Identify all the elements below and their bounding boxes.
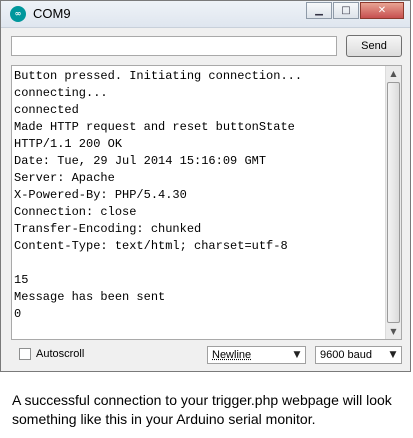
line-ending-select[interactable]: Newline ▼ (207, 346, 306, 364)
autoscroll-label: Autoscroll (36, 348, 85, 360)
baud-rate-select[interactable]: 9600 baud ▼ (315, 346, 402, 364)
serial-monitor-window: ∞ COM9 ▁ □ ✕ Send Button pressed. Initia… (0, 0, 411, 372)
send-input[interactable] (11, 36, 337, 56)
console-line: Button pressed. Initiating connection... (14, 69, 303, 83)
send-bar: Send (11, 35, 402, 59)
console-line: Made HTTP request and reset buttonState (14, 120, 295, 134)
window-title: COM9 (33, 6, 71, 21)
console-line: Content-Type: text/html; charset=utf-8 (14, 239, 288, 253)
maximize-button[interactable]: □ (333, 2, 359, 19)
console-line: Date: Tue, 29 Jul 2014 15:16:09 GMT (14, 154, 267, 168)
console-line: connected (14, 103, 79, 117)
scroll-thumb[interactable] (387, 82, 400, 323)
output-text: Button pressed. Initiating connection...… (14, 68, 386, 323)
window-controls: ▁ □ ✕ (305, 2, 404, 19)
autoscroll-toggle[interactable]: Autoscroll (19, 348, 84, 360)
maximize-icon: □ (341, 5, 351, 16)
baud-rate-value: 9600 baud (320, 349, 372, 361)
console-line: HTTP/1.1 200 OK (14, 137, 123, 151)
line-ending-value: Newline (212, 349, 252, 361)
minimize-icon: ▁ (315, 5, 323, 16)
console-line: X-Powered-By: PHP/5.4.30 (14, 188, 187, 202)
title-bar[interactable]: ∞ COM9 ▁ □ ✕ (1, 1, 410, 28)
close-button[interactable]: ✕ (360, 2, 404, 19)
console-line: Message has been sent (14, 290, 166, 304)
serial-output[interactable]: Button pressed. Initiating connection...… (11, 65, 402, 340)
close-icon: ✕ (377, 5, 387, 16)
vertical-scrollbar[interactable]: ▲ ▼ (385, 66, 401, 339)
console-line: Server: Apache (14, 171, 115, 185)
scroll-up-icon[interactable]: ▲ (386, 66, 401, 81)
chevron-down-icon: ▼ (293, 350, 301, 360)
console-line: 0 (14, 307, 22, 321)
minimize-button[interactable]: ▁ (306, 2, 332, 19)
scroll-down-icon[interactable]: ▼ (386, 324, 401, 339)
bottom-bar: Autoscroll Newline ▼ 9600 baud ▼ (11, 345, 402, 365)
console-line: connecting... (14, 86, 108, 100)
caption: A successful connection to your trigger.… (12, 392, 392, 427)
console-line: 15 (14, 273, 29, 287)
console-line: Transfer-Encoding: chunked (14, 222, 202, 236)
chevron-down-icon: ▼ (389, 350, 397, 360)
console-line: Connection: close (14, 205, 137, 219)
arduino-icon: ∞ (10, 6, 26, 22)
send-button[interactable]: Send (346, 35, 402, 57)
autoscroll-checkbox[interactable] (19, 348, 31, 360)
